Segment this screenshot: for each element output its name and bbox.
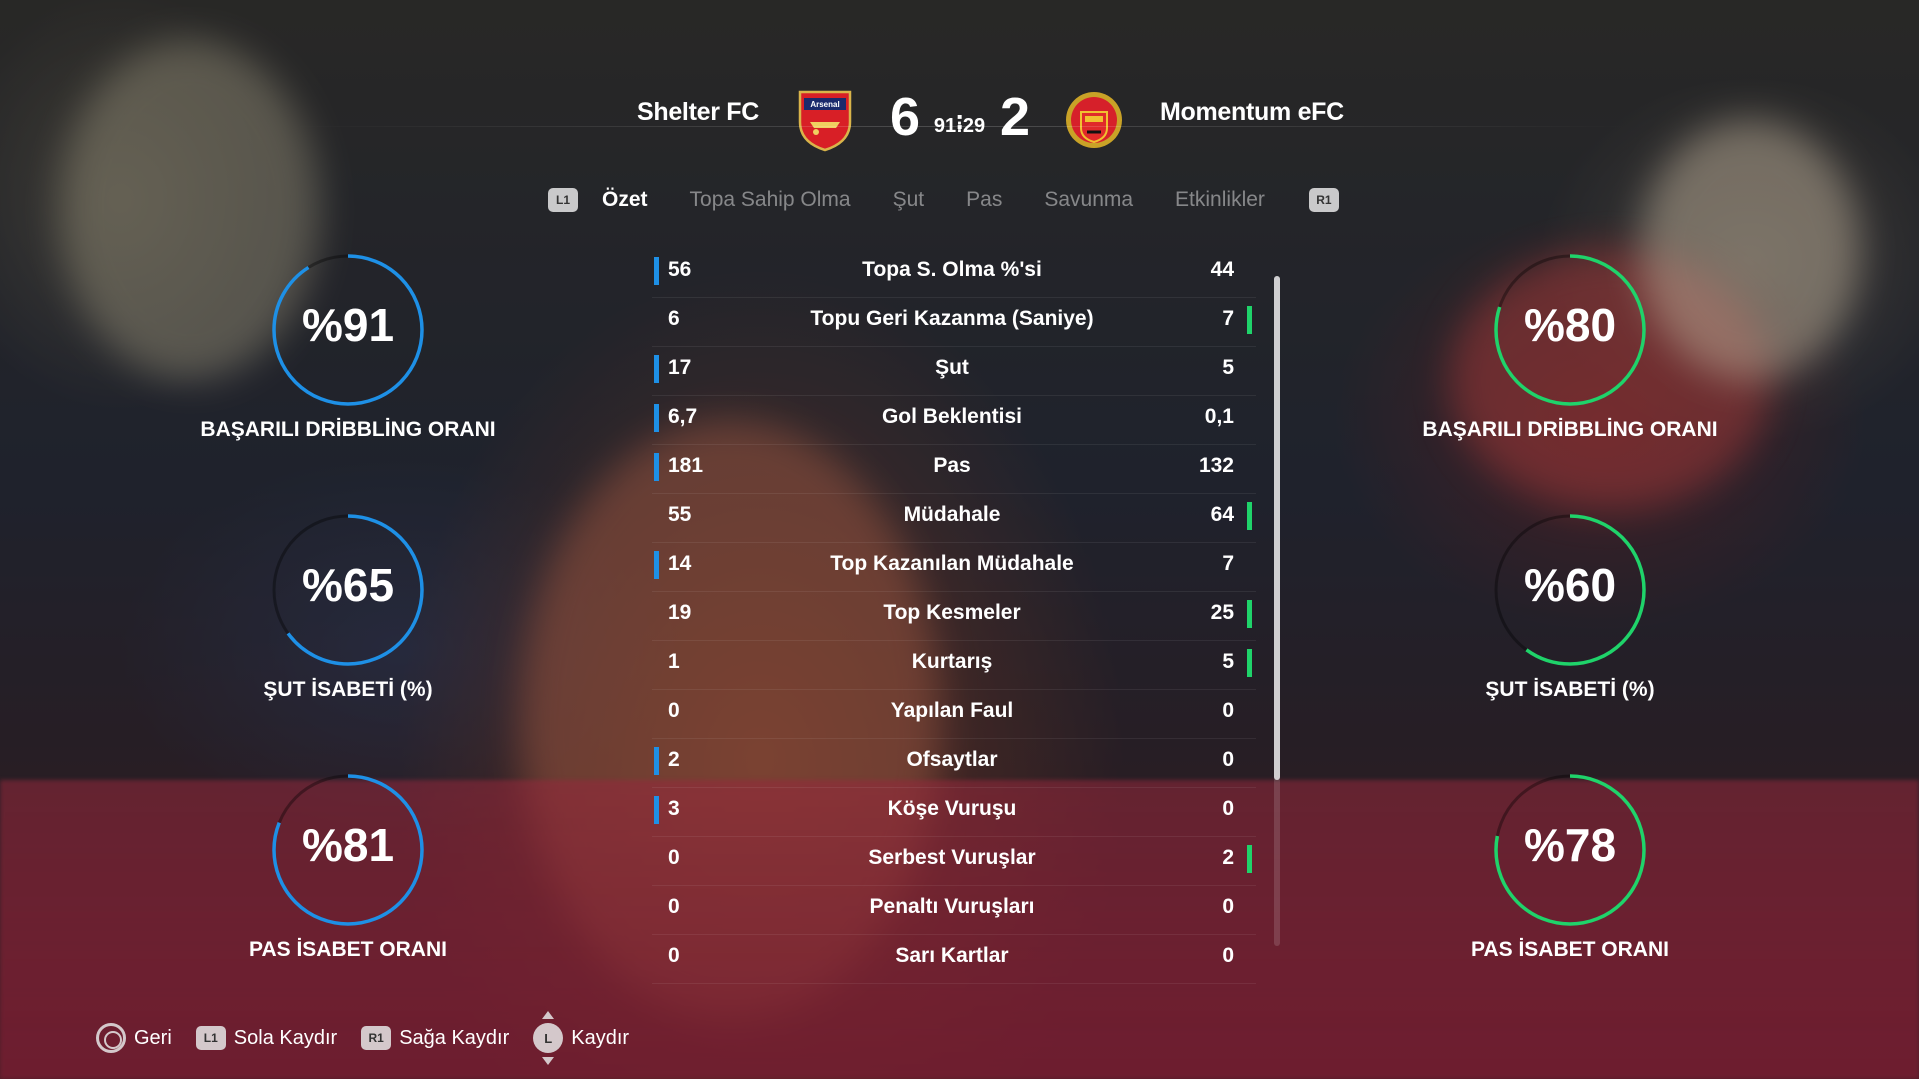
stat-row: 2 Ofsaytlar 0 [652,739,1256,788]
away-ring-gauge: %78 [1490,770,1650,930]
away-stat-value: 44 [1210,258,1234,281]
stat-row: 6,7 Gol Beklentisi 0,1 [652,396,1256,445]
home-ring-label: BAŞARILI DRİBBLİNG ORANI [200,418,496,441]
away-stat-value: 0 [1222,895,1234,918]
scroll-label: Kaydır [571,1026,630,1049]
stat-label: Penaltı Vuruşları [869,895,1035,918]
stats-scrollbar[interactable] [1274,276,1280,946]
away-stat-value: 0 [1222,748,1234,771]
left-stick-icon: L [533,1011,564,1065]
away-ring-gauge: %80 [1490,250,1650,410]
away-leader-marker [1247,306,1252,334]
home-ring-value: %81 [301,819,395,871]
button-hints: Geri L1 Sola Kaydır R1 Sağa Kaydır L Kay… [96,1011,653,1065]
home-ring-value: %65 [301,559,395,611]
stat-label: Top Kazanılan Müdahale [830,552,1074,575]
stat-label: Sarı Kartlar [895,944,1009,967]
stat-row: 56 Topa S. Olma %'si 44 [652,249,1256,298]
away-stat-value: 0,1 [1204,405,1234,428]
away-leader-marker [1247,649,1252,677]
home-ring-gauge: %91 [268,250,428,410]
stats-tabs: L1 Özet Topa Sahip Olma Şut Pas Savunma … [548,182,1339,218]
stat-row: 55 Müdahale 64 [652,494,1256,543]
away-stat-value: 7 [1222,552,1234,575]
stat-label: Pas [933,454,971,477]
stat-row: 1 Kurtarış 5 [652,641,1256,690]
l1-button-icon[interactable]: L1 [548,188,578,212]
stick-button-label: L [533,1023,564,1053]
away-leader-marker [1247,600,1252,628]
away-leader-marker [1247,845,1252,873]
away-ring-label: PAS İSABET ORANI [1471,938,1669,961]
stat-row: 0 Penaltı Vuruşları 0 [652,886,1256,935]
stats-table: 56 Topa S. Olma %'si 44 6 Topu Geri Kazanma … [652,249,1256,984]
away-ring-gauge: %60 [1490,510,1650,670]
home-ring-label: ŞUT İSABETİ (%) [263,678,433,701]
away-stat-value: 5 [1222,356,1234,379]
away-stat-value: 7 [1222,307,1234,330]
stat-label: Gol Beklentisi [881,405,1023,428]
away-leader-marker [1247,502,1252,530]
away-ring-value: %80 [1523,299,1617,351]
away-ring-value: %60 [1523,559,1617,611]
stats-scrollbar-thumb[interactable] [1274,276,1280,780]
tab-topa-sahip-olma[interactable]: Topa Sahip Olma [690,188,851,212]
away-stat-value: 64 [1210,503,1234,526]
back-label: Geri [134,1026,172,1049]
stat-row: 0 Yapılan Faul 0 [652,690,1256,739]
l1-button-icon: L1 [195,1026,226,1050]
stat-row: 14 Top Kazanılan Müdahale 7 [652,543,1256,592]
stat-row: 0 Sarı Kartlar 0 [652,935,1256,984]
away-ring-label: BAŞARILI DRİBBLİNG ORANI [1422,418,1718,441]
stat-label: Topa S. Olma %'si [862,258,1042,281]
scroll-left-label: Sola Kaydır [233,1026,338,1049]
stat-row: 17 Şut 5 [652,347,1256,396]
stat-row: 0 Serbest Vuruşlar 2 [652,837,1256,886]
home-crest-text: Arsenal [810,100,839,109]
r1-button-icon: R1 [361,1026,392,1050]
stat-row: 181 Pas 132 [652,445,1256,494]
stat-label: Topu Geri Kazanma (Saniye) [810,307,1094,330]
stat-label: Ofsaytlar [906,748,998,771]
tab-pas[interactable]: Pas [966,188,1002,212]
stat-label: Kurtarış [911,650,993,673]
scroll-left-hint[interactable]: L1 Sola Kaydır [195,1026,338,1050]
scroll-right-label: Sağa Kaydır [399,1026,510,1049]
stat-label: Yapılan Faul [890,699,1014,722]
stat-row: 3 Köşe Vuruşu 0 [652,788,1256,837]
arrow-up-icon [542,1011,555,1019]
tab-etkinlikler[interactable]: Etkinlikler [1175,188,1265,212]
home-ring-gauge: %81 [268,770,428,930]
away-stat-value: 2 [1222,846,1234,869]
away-stat-value: 0 [1222,699,1234,722]
tab-ozet[interactable]: Özet [602,188,648,212]
away-ring-label: ŞUT İSABETİ (%) [1485,678,1655,701]
stat-label: Müdahale [903,503,1001,526]
away-stat-value: 0 [1222,944,1234,967]
r1-button-icon[interactable]: R1 [1308,188,1339,212]
scroll-right-hint[interactable]: R1 Sağa Kaydır [361,1026,509,1050]
tab-sut[interactable]: Şut [893,188,925,212]
header-divider [290,126,1630,127]
away-stat-value: 0 [1222,797,1234,820]
tab-savunma[interactable]: Savunma [1044,188,1133,212]
scoreboard: Shelter FC Arsenal 6 : 2 Momentum eFC [0,40,1919,160]
away-ring-value: %78 [1523,819,1617,871]
home-ring-value: %91 [301,299,395,351]
stat-label: Serbest Vuruşlar [868,846,1036,869]
arrow-down-icon [542,1057,555,1065]
stat-label: Top Kesmeler [883,601,1021,624]
stat-row: 6 Topu Geri Kazanma (Saniye) 7 [652,298,1256,347]
stat-row: 19 Top Kesmeler 25 [652,592,1256,641]
home-ring-label: PAS İSABET ORANI [249,938,447,961]
circle-button-icon [96,1023,126,1053]
stat-label: Şut [935,356,969,379]
away-stat-value: 25 [1210,601,1234,624]
away-stat-value: 132 [1198,454,1234,477]
away-stat-value: 5 [1222,650,1234,673]
stat-label: Köşe Vuruşu [887,797,1017,820]
scroll-hint[interactable]: L Kaydır [533,1011,630,1065]
home-ring-gauge: %65 [268,510,428,670]
back-hint[interactable]: Geri [96,1023,172,1053]
